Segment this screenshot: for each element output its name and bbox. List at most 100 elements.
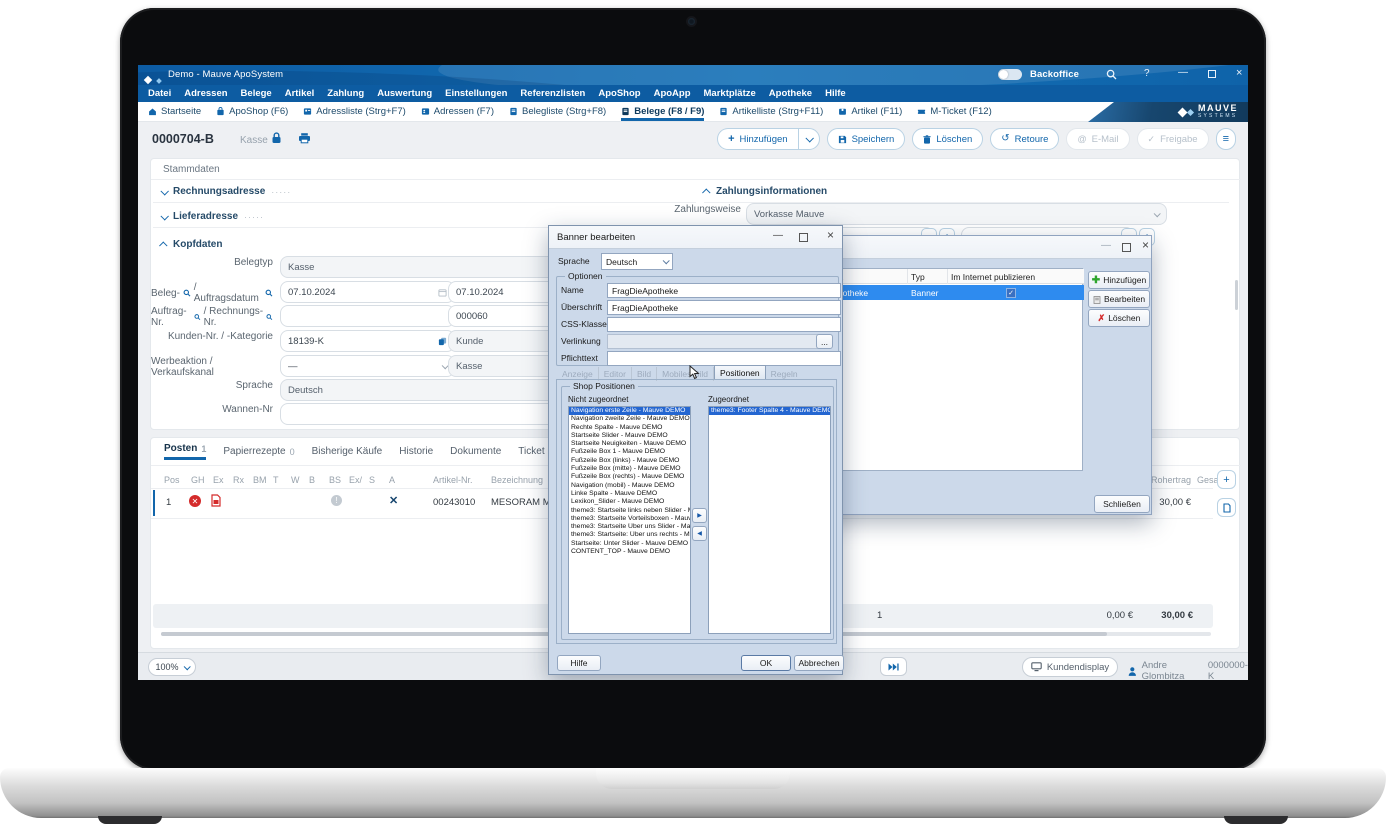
section-rechnungsadresse[interactable]: Rechnungsadresse ·····	[161, 186, 291, 197]
ueberschrift-field[interactable]: FragDieApotheke	[607, 300, 841, 315]
email-button[interactable]: @E-Mail	[1066, 128, 1129, 150]
banner-delete-button[interactable]: ✗ Löschen	[1088, 309, 1150, 327]
tab-papierrezepte[interactable]: Papierrezepte0	[223, 443, 294, 460]
skip-forward-button[interactable]	[880, 657, 907, 676]
pflichttext-field[interactable]	[607, 351, 841, 366]
list-item[interactable]: CONTENT_TOP - Mauve DEMO	[569, 548, 690, 556]
v-scrollbar-thumb[interactable]	[1235, 280, 1238, 310]
tab-historie[interactable]: Historie	[399, 443, 433, 460]
tab-positionen[interactable]: Positionen	[714, 365, 766, 380]
tab-bisherige-kaeufe[interactable]: Bisherige Käufe	[312, 443, 383, 460]
list-item[interactable]: theme3: Startseite Über uns Slider - Mau…	[569, 523, 690, 531]
tab-adressliste[interactable]: Adressliste (Strg+F7)	[303, 102, 406, 121]
close-icon[interactable]: ×	[1236, 68, 1242, 78]
banner-edit-titlebar[interactable]: Banner bearbeiten — ×	[549, 226, 842, 249]
print-icon[interactable]	[298, 132, 311, 144]
kundendisplay-button[interactable]: Kundendisplay	[1022, 657, 1118, 677]
menu-marktplaetze[interactable]: Marktplätze	[704, 88, 756, 99]
zahlungsweise-select[interactable]: Vorkasse Mauve	[746, 203, 1167, 225]
menu-adressen[interactable]: Adressen	[184, 88, 227, 99]
zoom-select[interactable]: 100%	[148, 658, 196, 676]
list-item[interactable]: theme3: Startseite links neben Slider - …	[569, 507, 690, 515]
help-icon[interactable]: ?	[1144, 69, 1150, 79]
unassigned-listbox[interactable]: Navigation erste Zeile - Mauve DEMO Navi…	[568, 406, 691, 634]
close-icon[interactable]: ×	[827, 230, 834, 240]
section-zahlungsinformationen[interactable]: Zahlungsinformationen	[704, 186, 827, 197]
tab-mticket[interactable]: M-Ticket (F12)	[917, 102, 991, 121]
tab-artikel[interactable]: Artikel (F11)	[838, 102, 902, 121]
move-right-button[interactable]: ▶	[692, 508, 707, 523]
banner-add-button[interactable]: ✚ Hinzufügen	[1088, 271, 1150, 289]
list-item[interactable]: Startseite Neuigkeiten - Mauve DEMO	[569, 440, 690, 448]
banner-close-button[interactable]: Schließen	[1094, 495, 1150, 513]
list-item[interactable]: Lexikon_Slider - Mauve DEMO	[569, 498, 690, 506]
menu-einstellungen[interactable]: Einstellungen	[445, 88, 507, 99]
maximize-icon[interactable]	[799, 233, 808, 242]
section-lieferadresse[interactable]: Lieferadresse ·····	[161, 211, 264, 222]
list-item[interactable]: Startseite: Unter Slider - Mauve DEMO	[569, 540, 690, 548]
tab-posten[interactable]: Posten1	[164, 443, 206, 460]
section-kopfdaten[interactable]: Kopfdaten	[161, 239, 222, 250]
add-button[interactable]: +Hinzufügen	[717, 128, 798, 150]
list-item[interactable]: Navigation erste Zeile - Mauve DEMO	[569, 407, 690, 415]
banner-edit-button[interactable]: Bearbeiten	[1088, 290, 1150, 308]
menu-hilfe[interactable]: Hilfe	[825, 88, 846, 99]
menu-apotheke[interactable]: Apotheke	[769, 88, 812, 99]
freigabe-button[interactable]: ✓Freigabe	[1137, 128, 1209, 150]
a-remove-icon[interactable]: ✕	[389, 494, 398, 507]
minimize-icon[interactable]: —	[773, 231, 783, 241]
list-item[interactable]: theme3: Footer Spalte 4 - Mauve DEMO	[709, 407, 830, 415]
browse-button[interactable]: ...	[816, 334, 833, 349]
list-item[interactable]: Fußzeile Box (rechts) - Mauve DEMO	[569, 473, 690, 481]
tab-aposhop[interactable]: ApoShop (F6)	[216, 102, 288, 121]
backoffice-toggle[interactable]	[998, 69, 1022, 80]
delete-button[interactable]: Löschen	[912, 128, 983, 150]
menu-apoapp[interactable]: ApoApp	[654, 88, 691, 99]
belegdatum-field[interactable]: 07.10.2024	[280, 281, 455, 303]
hilfe-button[interactable]: Hilfe	[557, 655, 601, 671]
menu-belege[interactable]: Belege	[241, 88, 272, 99]
kundennr-field[interactable]: 18139-K	[280, 330, 455, 352]
menu-zahlung[interactable]: Zahlung	[327, 88, 364, 99]
restore-icon[interactable]	[1208, 70, 1216, 78]
menu-aposhop[interactable]: ApoShop	[598, 88, 640, 99]
sprache-select[interactable]: Deutsch	[601, 253, 673, 270]
assigned-listbox[interactable]: theme3: Footer Spalte 4 - Mauve DEMO	[708, 406, 831, 634]
more-menu-button[interactable]: ≡	[1216, 128, 1236, 150]
menu-auswertung[interactable]: Auswertung	[377, 88, 432, 99]
list-item[interactable]: Fußzeile Box (mitte) - Mauve DEMO	[569, 465, 690, 473]
abbrechen-button[interactable]: Abbrechen	[794, 655, 844, 671]
name-field[interactable]: FragDieApotheke	[607, 283, 841, 298]
list-item[interactable]: Navigation zweite Zeile - Mauve DEMO	[569, 415, 690, 423]
list-item[interactable]: Linke Spalte - Mauve DEMO	[569, 490, 690, 498]
ok-button[interactable]: OK	[741, 655, 791, 671]
css-field[interactable]	[607, 317, 841, 332]
minimize-icon[interactable]: —	[1178, 68, 1188, 78]
search-icon[interactable]	[1106, 69, 1117, 80]
retoure-button[interactable]: ↺ Retoure	[990, 128, 1059, 150]
list-item[interactable]: Startseite Slider - Mauve DEMO	[569, 432, 690, 440]
save-button[interactable]: Speichern	[827, 128, 906, 150]
tab-belegliste[interactable]: Belegliste (Strg+F8)	[509, 102, 606, 121]
tab-dokumente[interactable]: Dokumente	[450, 443, 501, 460]
list-item[interactable]: Rechte Spalte - Mauve DEMO	[569, 424, 690, 432]
move-left-button[interactable]: ◀	[692, 526, 707, 541]
list-item[interactable]: theme3: Startseite: Über uns rechts - Ma…	[569, 531, 690, 539]
menu-referenzlisten[interactable]: Referenzlisten	[520, 88, 585, 99]
tab-adressen[interactable]: Adressen (F7)	[421, 102, 494, 121]
list-item[interactable]: Fußzeile Box (links) - Mauve DEMO	[569, 457, 690, 465]
auftragnr-field[interactable]	[280, 305, 455, 327]
maximize-icon[interactable]	[1122, 243, 1131, 252]
minimize-icon[interactable]: —	[1101, 241, 1111, 251]
row-add-button[interactable]: +	[1217, 470, 1236, 489]
tab-belege-active[interactable]: Belege (F8 / F9)	[621, 102, 704, 121]
list-item[interactable]: Navigation (mobil) - Mauve DEMO	[569, 482, 690, 490]
publish-checkbox[interactable]: ✓	[1006, 288, 1016, 298]
add-split-button[interactable]: +Hinzufügen	[717, 128, 820, 150]
werbeaktion-select[interactable]: —	[280, 355, 455, 377]
close-icon[interactable]: ×	[1142, 240, 1149, 250]
tab-startseite[interactable]: Startseite	[148, 102, 201, 121]
add-dropdown-button[interactable]	[798, 128, 820, 150]
row-doc-button[interactable]	[1217, 498, 1236, 517]
tab-artikelliste[interactable]: Artikelliste (Strg+F11)	[719, 102, 823, 121]
